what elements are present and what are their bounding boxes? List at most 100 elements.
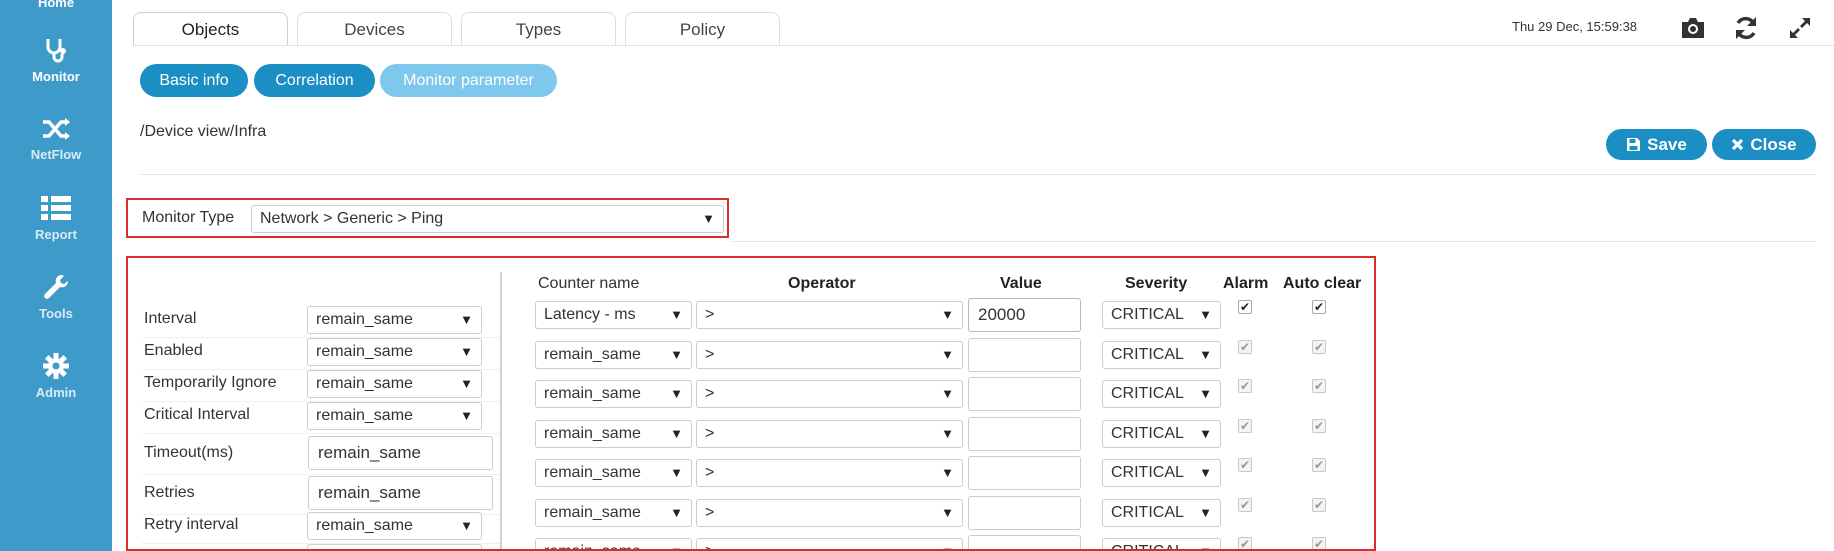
value-input[interactable]: [968, 377, 1081, 411]
monitor-type-select[interactable]: Network > Generic > Ping ▼: [251, 205, 724, 233]
sidebar-item-home[interactable]: Home: [0, 0, 112, 10]
alarm-checkbox[interactable]: ✔: [1238, 339, 1252, 354]
param-select[interactable]: remain_same▼: [307, 512, 482, 540]
tab-policy[interactable]: Policy: [625, 12, 780, 46]
severity-select[interactable]: CRITICAL ▼: [1102, 498, 1221, 527]
severity-select[interactable]: CRITICAL ▼: [1102, 459, 1221, 487]
sidebar-item-label: Home: [37, 0, 75, 10]
alarm-checkbox[interactable]: ✔: [1238, 379, 1252, 393]
counter-name-select[interactable]: remain_same ▼: [535, 538, 692, 549]
close-button[interactable]: Close: [1712, 129, 1816, 160]
param-select[interactable]: remain_same ▼: [307, 370, 482, 398]
tab-objects[interactable]: Objects: [133, 12, 288, 46]
operator-select[interactable]: >▼: [696, 538, 963, 549]
sidebar-item-label: NetFlow: [30, 147, 82, 162]
refresh-button[interactable]: [1730, 12, 1762, 44]
alarm-checkbox[interactable]: ✔: [1238, 497, 1252, 512]
param-select[interactable]: remain_same▼: [307, 306, 482, 334]
param-select[interactable]: remain_same▼: [307, 402, 482, 430]
monitor-type-label: Monitor Type: [142, 209, 235, 226]
auto-clear-checkbox[interactable]: ✔: [1312, 458, 1326, 472]
severity-select[interactable]: CRITICAL ▼: [1102, 538, 1221, 549]
sidebar-item-monitor[interactable]: Monitor: [0, 36, 112, 86]
auto-clear-checkbox[interactable]: ✔: [1312, 379, 1326, 393]
operator-select[interactable]: >▼: [696, 459, 963, 487]
severity-select-value: CRITICAL: [1111, 345, 1184, 363]
value-input[interactable]: [968, 495, 1081, 530]
alarm-checkbox[interactable]: ✔: [1238, 458, 1252, 472]
value-input[interactable]: 20000: [968, 298, 1081, 332]
row-divider: [142, 433, 502, 434]
subtab-label: Monitor parameter: [403, 71, 534, 89]
dropdown-arrow-icon: ▼: [1199, 307, 1212, 322]
counter-name-select[interactable]: remain_same ▼: [535, 380, 692, 408]
counter-name-select-value: remain_same: [544, 345, 641, 363]
divider: [140, 174, 1816, 175]
operator-select[interactable]: >▼: [696, 380, 963, 408]
param-select[interactable]: remain_same▼: [307, 544, 482, 549]
operator-select[interactable]: >▼: [696, 340, 963, 369]
app-window: Home Monitor NetFlow Report Tools Admin …: [0, 0, 1834, 551]
operator-select-value: >: [705, 345, 715, 363]
auto-clear-checkbox[interactable]: ✔: [1312, 537, 1326, 549]
counter-name-select[interactable]: Latency - ms ▼: [535, 301, 692, 329]
param-input[interactable]: remain_same: [308, 436, 493, 470]
counter-name-select-value: remain_same: [544, 424, 641, 442]
param-value: remain_same: [316, 375, 413, 392]
counter-name-select-value: remain_same: [544, 503, 641, 521]
sidebar-item-label: Monitor: [32, 69, 80, 84]
operator-select[interactable]: >▼: [696, 419, 963, 448]
camera-button[interactable]: [1677, 12, 1709, 44]
dropdown-arrow-icon: ▼: [460, 376, 473, 391]
value-input[interactable]: [968, 416, 1081, 451]
dropdown-arrow-icon: ▼: [460, 344, 473, 359]
sidebar-item-report[interactable]: Report: [0, 194, 112, 244]
alarm-checkbox[interactable]: ✔: [1238, 418, 1252, 433]
severity-select[interactable]: CRITICAL ▼: [1102, 340, 1221, 369]
dropdown-arrow-icon: ▼: [1199, 386, 1212, 401]
tab-label: Devices: [344, 19, 405, 39]
sidebar-item-netflow[interactable]: NetFlow: [0, 116, 112, 164]
sidebar-item-tools[interactable]: Tools: [0, 273, 112, 323]
param-label: Retries: [144, 484, 195, 501]
auto-clear-checkbox[interactable]: ✔: [1312, 418, 1326, 433]
counter-name-select[interactable]: remain_same ▼: [535, 459, 692, 487]
subtab-monitor-parameter[interactable]: Monitor parameter: [380, 64, 557, 97]
subtab-basic-info[interactable]: Basic info: [140, 64, 248, 97]
operator-select[interactable]: >▼: [696, 301, 963, 329]
auto-clear-checkbox[interactable]: ✔: [1312, 339, 1326, 354]
stethoscope-icon: [46, 39, 66, 63]
tab-types[interactable]: Types: [461, 12, 616, 46]
counter-name-select[interactable]: remain_same ▼: [535, 498, 692, 527]
value-input[interactable]: [968, 337, 1081, 372]
severity-select[interactable]: CRITICAL ▼: [1102, 419, 1221, 448]
value-input[interactable]: [968, 456, 1081, 490]
tab-devices[interactable]: Devices: [297, 12, 452, 46]
alarm-checkbox[interactable]: ✔: [1238, 537, 1252, 549]
severity-select[interactable]: CRITICAL ▼: [1102, 380, 1221, 408]
subtab-correlation[interactable]: Correlation: [254, 64, 375, 97]
dropdown-arrow-icon: ▼: [1199, 465, 1212, 480]
auto-clear-checkbox[interactable]: ✔: [1312, 497, 1326, 512]
operator-select-value: >: [705, 306, 715, 323]
fullscreen-button[interactable]: [1784, 12, 1816, 44]
auto-clear-checkbox[interactable]: ✔: [1312, 300, 1326, 314]
param-value: remain_same: [316, 517, 413, 534]
sidebar-item-admin[interactable]: Admin: [0, 352, 112, 402]
list-icon: [41, 196, 71, 220]
camera-icon: [1682, 18, 1704, 38]
param-select[interactable]: remain_same▼: [307, 338, 482, 366]
value-input[interactable]: [968, 535, 1081, 549]
tab-label: Types: [515, 19, 562, 39]
dropdown-arrow-icon: ▼: [670, 544, 683, 549]
severity-select[interactable]: CRITICAL ▼: [1102, 301, 1221, 329]
dropdown-arrow-icon: ▼: [1199, 544, 1212, 549]
dropdown-arrow-icon: ▼: [941, 504, 954, 520]
tab-divider: [133, 45, 1834, 46]
save-button[interactable]: Save: [1606, 129, 1707, 160]
operator-select[interactable]: >▼: [696, 498, 963, 527]
counter-name-select[interactable]: remain_same ▼: [535, 340, 692, 369]
param-input[interactable]: remain_same: [308, 476, 493, 510]
counter-name-select[interactable]: remain_same ▼: [535, 419, 692, 448]
alarm-checkbox[interactable]: ✔: [1238, 300, 1252, 314]
